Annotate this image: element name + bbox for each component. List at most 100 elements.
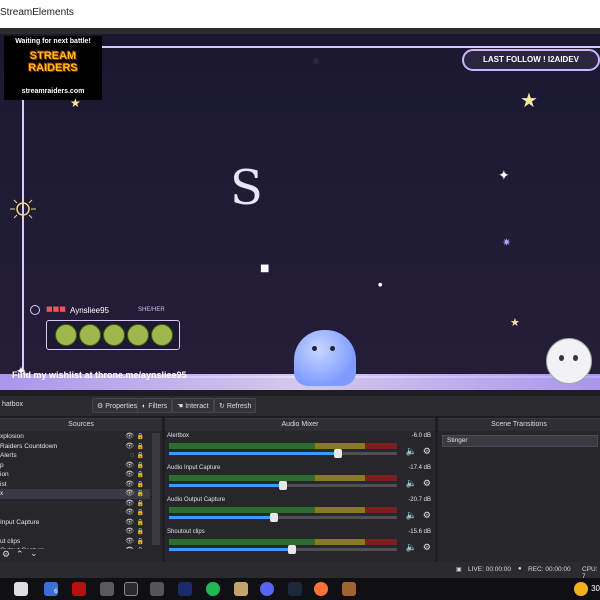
lock-icon[interactable]: 🔒: [137, 461, 144, 471]
source-item[interactable]: 👁 🔒: [0, 499, 150, 509]
eye-icon[interactable]: 👁: [125, 480, 134, 490]
source-item[interactable]: p 👁 🔒: [0, 461, 150, 471]
volume-meter: [169, 539, 397, 545]
source-label: ist: [0, 480, 7, 488]
chevron-up-icon[interactable]: ⌃: [16, 550, 24, 560]
lock-icon[interactable]: 🔒: [137, 508, 144, 518]
volume-slider[interactable]: [169, 481, 397, 490]
lock-icon[interactable]: 🔒: [137, 451, 144, 461]
lock-icon[interactable]: 🔒: [137, 489, 144, 499]
volume-slider[interactable]: [169, 449, 397, 458]
refresh-button[interactable]: ↻ Refresh: [214, 398, 257, 413]
lock-icon[interactable]: 🔒: [137, 442, 144, 452]
emote-icon: [103, 324, 125, 346]
sparkle-icon: ✷: [502, 236, 512, 249]
eye-icon[interactable]: 👁: [125, 461, 134, 471]
lock-icon[interactable]: 🔒: [137, 499, 144, 509]
windows-logo-icon[interactable]: [14, 582, 28, 596]
eye-icon[interactable]: 👁: [125, 470, 134, 480]
source-label: Alerts: [0, 452, 17, 459]
eye-hidden-icon[interactable]: ◌: [130, 451, 134, 461]
source-item[interactable]: ist 👁 🔒: [0, 480, 150, 490]
netflix-icon[interactable]: [72, 582, 86, 596]
source-item[interactable]: Input Capture 👁 🔒: [0, 518, 150, 528]
stream-raiders-widget: Waiting for next battle! STREAM RAIDERS …: [4, 36, 102, 100]
star-icon: ★: [510, 316, 520, 329]
source-item[interactable]: Alerts ◌ 🔒: [0, 451, 150, 461]
lock-icon[interactable]: 🔒: [137, 470, 144, 480]
dot-icon: ●: [378, 282, 383, 288]
raiders-site: streamraiders.com: [21, 88, 85, 95]
source-item[interactable]: 👁 🔒: [0, 527, 150, 537]
gear-icon[interactable]: ⚙: [423, 511, 431, 521]
transition-select[interactable]: Stinger: [442, 435, 598, 447]
lock-icon[interactable]: 🔒: [137, 518, 144, 528]
source-item[interactable]: xplosion 👁 🔒: [0, 432, 150, 442]
gear-icon[interactable]: ⚙: [423, 479, 431, 489]
chevron-down-icon[interactable]: ⌄: [30, 549, 38, 559]
lock-icon[interactable]: 🔒: [137, 480, 144, 490]
transitions-title: Scene Transitions: [438, 419, 600, 431]
sources-scrollbar[interactable]: [152, 433, 160, 545]
channel-name: Audio Input Capture: [167, 465, 221, 471]
properties-button[interactable]: ⚙ Properties: [92, 398, 143, 413]
slider-thumb[interactable]: [279, 481, 287, 490]
firefox-icon[interactable]: [314, 582, 328, 596]
center-logo-letter: S: [230, 160, 263, 216]
obs-app-icon[interactable]: [234, 582, 248, 596]
channel-name: Shoutout clips: [167, 529, 205, 535]
channel-db: -17.4 dB: [408, 465, 431, 471]
app-icon[interactable]: [342, 582, 356, 596]
eye-icon[interactable]: 👁: [125, 489, 134, 499]
eye-icon[interactable]: 👁: [125, 442, 134, 452]
chat-avatar-icon: [30, 305, 40, 315]
scene-transitions-dock: Scene Transitions Stinger: [438, 418, 600, 562]
eye-icon[interactable]: 👁: [125, 518, 134, 528]
epic-games-icon[interactable]: [124, 582, 138, 596]
spotify-icon[interactable]: [206, 582, 220, 596]
eye-icon[interactable]: 👁: [125, 499, 134, 509]
gear-icon[interactable]: ⚙: [423, 543, 431, 553]
gear-icon[interactable]: ⚙: [423, 447, 431, 457]
volume-slider[interactable]: [169, 513, 397, 522]
weather-icon[interactable]: [574, 582, 588, 596]
chat-emotes: [46, 320, 180, 350]
filters-button[interactable]: ◐ Filters: [137, 398, 173, 413]
lock-icon[interactable]: 🔒: [137, 527, 144, 537]
source-item[interactable]: ut clips 👁 🔒: [0, 537, 150, 547]
speaker-icon[interactable]: 🔈: [406, 511, 417, 521]
chat-pronouns: SHE/HER: [138, 307, 165, 313]
stream-preview[interactable]: Waiting for next battle! STREAM RAIDERS …: [0, 34, 600, 390]
eye-icon[interactable]: 👁: [125, 527, 134, 537]
rec-icon: ●: [518, 566, 522, 572]
slider-thumb[interactable]: [333, 449, 342, 458]
speaker-icon[interactable]: 🔈: [406, 479, 417, 489]
lock-icon[interactable]: 🔒: [137, 537, 144, 547]
interact-button[interactable]: ☚ Interact: [172, 398, 214, 413]
speaker-icon[interactable]: 🔈: [406, 447, 417, 457]
slider-thumb[interactable]: [288, 545, 297, 554]
source-item[interactable]: 👁 🔒: [0, 508, 150, 518]
slider-thumb[interactable]: [269, 513, 278, 522]
source-item[interactable]: Raiders Countdown 👁 🔒: [0, 442, 150, 452]
app-icon[interactable]: [178, 582, 192, 596]
speaker-icon[interactable]: 🔈: [406, 543, 417, 553]
live-time: LIVE: 00:00:00: [468, 566, 512, 573]
app-icon[interactable]: [100, 582, 114, 596]
volume-slider[interactable]: [169, 545, 397, 554]
lock-icon[interactable]: 🔒: [137, 432, 144, 442]
steam-icon[interactable]: [288, 582, 302, 596]
source-item[interactable]: x 👁 🔒: [0, 489, 150, 499]
source-item[interactable]: ion 👁 🔒: [0, 470, 150, 480]
channel-db: -15.6 dB: [408, 529, 431, 535]
emote-icon: [151, 324, 173, 346]
sources-dock: Sources xplosion 👁 🔒 Raiders Countdown 👁 🔒 Ale…: [0, 418, 162, 563]
channel-db: -6.0 dB: [411, 433, 431, 439]
eye-icon[interactable]: 👁: [125, 508, 134, 518]
app-icon[interactable]: [150, 582, 164, 596]
eye-icon[interactable]: 👁: [125, 537, 134, 547]
source-label: Raiders Countdown: [0, 442, 58, 450]
gear-icon[interactable]: ⚙: [2, 550, 10, 560]
eye-icon[interactable]: 👁: [125, 432, 134, 442]
discord-icon[interactable]: [260, 582, 274, 596]
